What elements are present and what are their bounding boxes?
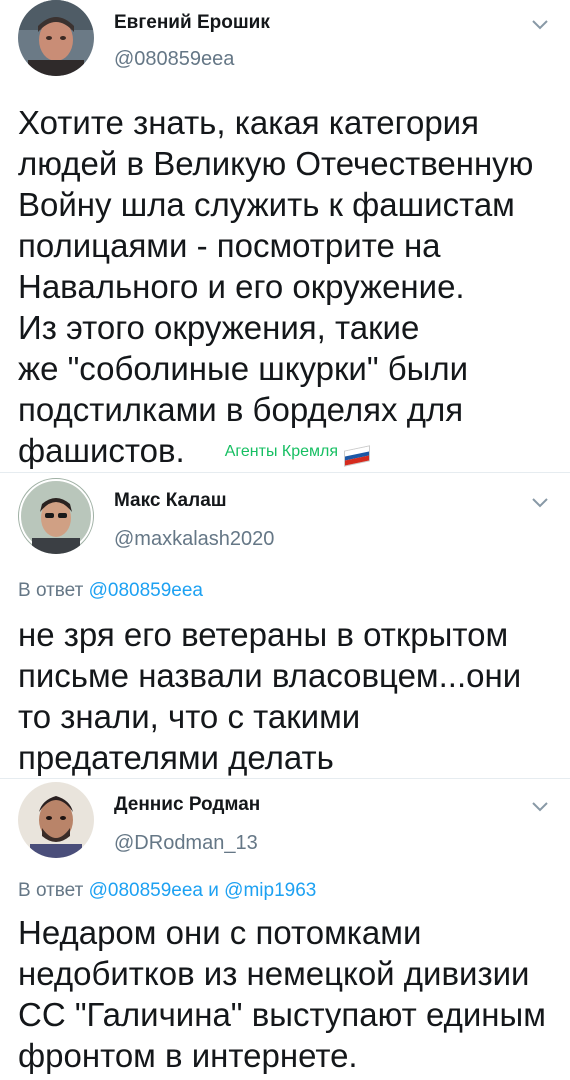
author-handle[interactable]: @080859eea xyxy=(114,48,234,71)
russia-flag-icon xyxy=(344,445,370,467)
divider xyxy=(0,472,570,473)
reply-context: В ответ @080859eea и @mip1963 xyxy=(18,880,316,902)
tweet-line: не зря его ветераны в открытом xyxy=(18,616,509,653)
reply-context: В ответ @080859eea xyxy=(18,580,203,602)
tweet-3: Деннис Родман @DRodman_13 В ответ @08085… xyxy=(0,782,570,1080)
author-name[interactable]: Деннис Родман xyxy=(114,794,260,816)
tweet-line: Из этого окружения, такие xyxy=(18,309,420,346)
author-handle[interactable]: @maxkalash2020 xyxy=(114,528,274,551)
avatar[interactable] xyxy=(18,478,94,554)
author-name[interactable]: Макс Калаш xyxy=(114,490,227,512)
avatar[interactable] xyxy=(18,782,94,858)
chevron-down-icon[interactable] xyxy=(530,18,550,32)
tweet-text: Хотите знать, какая категория людей в Ве… xyxy=(18,102,558,472)
reply-mention[interactable]: @mip1963 xyxy=(224,880,316,901)
avatar[interactable] xyxy=(18,0,94,76)
author-handle[interactable]: @DRodman_13 xyxy=(114,832,258,855)
tweet-2: Макс Калаш @maxkalash2020 В ответ @08085… xyxy=(0,478,570,778)
tweet-line: фашистов. Агенты Кремля xyxy=(18,430,558,472)
tweet-line: предателями делать xyxy=(18,739,334,776)
tweet-line: полицаями - посмотрите на xyxy=(18,227,441,264)
chevron-down-icon[interactable] xyxy=(530,800,550,814)
tweet-line: Навального и его окружение. xyxy=(18,268,465,305)
tweet-line: подстилками в борделях для xyxy=(18,391,464,428)
reply-prefix: В ответ xyxy=(18,880,89,901)
tweet-line: Хотите знать, какая категория xyxy=(18,104,479,141)
tweet-line: то знали, что с такими xyxy=(18,698,361,735)
tweet-line: же "соболиные шкурки" были xyxy=(18,350,469,387)
reply-prefix: В ответ xyxy=(18,580,89,601)
tweet-line: Недаром они с потомками xyxy=(18,914,422,951)
reply-joiner: и xyxy=(203,880,225,901)
author-name[interactable]: Евгений Ерошик xyxy=(114,12,270,34)
tweet-line: СС "Галичина" выступают единым xyxy=(18,996,546,1033)
tweet-line: недобитков из немецкой дивизии xyxy=(18,955,530,992)
label-tag: Агенты Кремля xyxy=(224,443,338,460)
divider xyxy=(0,778,570,779)
tweet-line: людей в Великую Отечественную xyxy=(18,145,534,182)
tweet-line-text: фашистов. xyxy=(18,432,185,469)
tweet-1: Евгений Ерошик @080859eea Хотите знать, … xyxy=(0,0,570,470)
reply-mention[interactable]: @080859eea xyxy=(89,880,203,901)
reply-mention[interactable]: @080859eea xyxy=(89,580,203,601)
tweet-line: письме назвали власовцем...они xyxy=(18,657,522,694)
tweet-text: Недаром они с потомками недобитков из не… xyxy=(18,912,558,1076)
chevron-down-icon[interactable] xyxy=(530,496,550,510)
tweet-line: фронтом в интернете. xyxy=(18,1037,358,1074)
tweet-text: не зря его ветераны в открытом письме на… xyxy=(18,614,558,778)
tweet-line: Войну шла служить к фашистам xyxy=(18,186,515,223)
